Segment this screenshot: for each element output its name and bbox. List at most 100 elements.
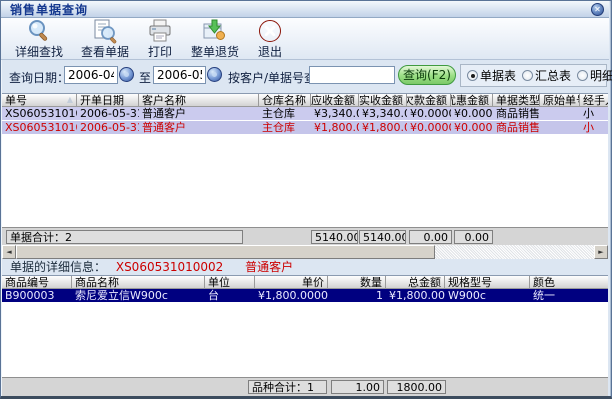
cell: XS060531010002	[2, 121, 77, 134]
toolbar-button-0[interactable]: 详细查找	[11, 17, 67, 61]
date-to-input[interactable]	[153, 66, 206, 84]
customer-query-input[interactable]	[309, 66, 395, 84]
toolbar: 详细查找 查看单据 打印 整单退货 退出	[1, 18, 609, 60]
scroll-right-icon[interactable]: ►	[594, 245, 608, 259]
cell: 2006-05-31	[77, 121, 139, 134]
toolbar-button-label: 整单退货	[191, 43, 239, 60]
cell: ¥1,800.0000	[386, 289, 445, 302]
cell: 普通客户	[139, 121, 259, 134]
sort-ascending-icon: ▲	[67, 96, 73, 104]
cell: 商品销售	[493, 107, 540, 120]
toolbar-button-label: 打印	[148, 43, 172, 60]
radio-label: 汇总表	[535, 67, 571, 84]
return-document-icon	[202, 18, 228, 44]
column-header[interactable]: 总金额	[386, 276, 445, 289]
cell: 普通客户	[139, 107, 259, 120]
cell: 小	[580, 107, 608, 120]
orders-total-owed: 0.00	[409, 230, 452, 244]
table-row[interactable]: XS0605310100022006-05-31普通客户主仓库¥1,800.00…	[2, 121, 608, 135]
date-from-picker-icon[interactable]	[119, 67, 134, 82]
view-mode-radio-group: 单据表汇总表明细表	[460, 64, 607, 87]
radio-label: 单据表	[480, 67, 516, 84]
toolbar-button-2[interactable]: 打印	[143, 17, 177, 61]
items-table: 商品编号商品名称单位单价数量总金额规格型号颜色B900003索尼爱立信W900c…	[2, 275, 608, 377]
cell: ¥0.0000	[407, 121, 451, 134]
view-mode-radio-1[interactable]: 汇总表	[522, 67, 571, 84]
cell: W900c	[445, 289, 530, 302]
view-mode-radio-2[interactable]: 明细表	[577, 67, 612, 84]
cell	[540, 107, 580, 120]
query-date-label: 查询日期：	[9, 69, 69, 86]
column-header[interactable]: 商品名称	[72, 276, 205, 289]
cell: 主仓库	[259, 107, 311, 120]
cell	[540, 121, 580, 134]
view-mode-radio-0[interactable]: 单据表	[467, 67, 516, 84]
orders-total-received: 5140.00	[359, 230, 406, 244]
cell: 主仓库	[259, 121, 311, 134]
detail-order-number: XS060531010002	[116, 260, 223, 274]
detail-customer-name: 普通客户	[245, 260, 293, 274]
column-header[interactable]: 优惠金额	[451, 94, 493, 107]
radio-unselected-icon[interactable]	[577, 70, 588, 81]
radio-unselected-icon[interactable]	[522, 70, 533, 81]
orders-table: 单号▲开单日期客户名称仓库名称应收金额实收金额欠款金额优惠金额单据类型原始单号经…	[2, 93, 608, 227]
toolbar-button-label: 退出	[258, 43, 282, 60]
column-header[interactable]: 单价	[255, 276, 328, 289]
items-total-count: 品种合计：1	[248, 380, 327, 394]
column-header[interactable]: 经手人	[580, 94, 608, 107]
toolbar-button-1[interactable]: 查看单据	[77, 17, 133, 61]
column-header[interactable]: 实收金额	[359, 94, 407, 107]
column-header[interactable]: 规格型号	[445, 276, 530, 289]
cell: 索尼爱立信W900c	[72, 289, 205, 302]
cell: B900003	[2, 289, 72, 302]
date-to-picker-icon[interactable]	[207, 67, 222, 82]
table-row[interactable]: XS0605310100012006-05-31普通客户主仓库¥3,340.00…	[2, 107, 608, 121]
cell: ¥1,800.00	[311, 121, 359, 134]
magnifier-icon	[26, 18, 52, 44]
cell: ¥1,800.0000	[255, 289, 328, 302]
sales-order-query-window: 销售单据查询 ✕ 详细查找查看单据打印整单退货退出 查询日期： 至 按客户/单据…	[0, 0, 612, 399]
items-total-quantity: 1.00	[331, 380, 384, 394]
column-header[interactable]: 仓库名称	[259, 94, 311, 107]
printer-icon	[147, 18, 173, 44]
cell: XS060531010001	[2, 107, 77, 120]
radio-selected-icon[interactable]	[467, 70, 478, 81]
scrollbar-thumb[interactable]	[16, 245, 435, 259]
search-button[interactable]: 查询(F2)	[398, 65, 456, 85]
to-label: 至	[139, 69, 151, 86]
toolbar-button-label: 详细查找	[15, 43, 63, 60]
table-row[interactable]: B900003索尼爱立信W900c台¥1,800.00001¥1,800.000…	[2, 289, 608, 302]
column-header[interactable]: 商品编号	[2, 276, 72, 289]
items-total-amount: 1800.00	[387, 380, 446, 394]
toolbar-button-label: 查看单据	[81, 43, 129, 60]
titlebar: 销售单据查询 ✕	[1, 1, 609, 18]
cell: ¥1,800.00	[359, 121, 407, 134]
close-icon[interactable]: ✕	[591, 3, 604, 16]
cell: ¥0.0000	[451, 121, 493, 134]
date-from-input[interactable]	[64, 66, 118, 84]
orders-total-discount: 0.00	[454, 230, 493, 244]
toolbar-button-4[interactable]: 退出	[253, 17, 287, 61]
cell: ¥0.0000	[407, 107, 451, 120]
toolbar-button-3[interactable]: 整单退货	[187, 17, 243, 61]
cell: 小	[580, 121, 608, 134]
orders-total-count: 单据合计：2	[6, 230, 243, 244]
column-header[interactable]: 单据类型	[493, 94, 540, 107]
scroll-left-icon[interactable]: ◄	[2, 245, 16, 259]
column-header[interactable]: 单号▲	[2, 94, 77, 107]
column-header[interactable]: 单位	[205, 276, 255, 289]
column-header[interactable]: 原始单号	[540, 94, 580, 107]
column-header[interactable]: 应收金额	[311, 94, 359, 107]
radio-label: 明细表	[590, 67, 612, 84]
column-header[interactable]: 客户名称	[139, 94, 259, 107]
horizontal-scrollbar[interactable]: ◄ ►	[2, 245, 608, 259]
column-header[interactable]: 开单日期	[77, 94, 139, 107]
column-header[interactable]: 数量	[328, 276, 386, 289]
column-header[interactable]: 颜色	[530, 276, 608, 289]
detail-info-line: 单据的详细信息： XS060531010002 普通客户	[2, 259, 608, 275]
query-bar: 查询日期： 至 按客户/单据号查询： 查询(F2) 单据表汇总表明细表	[1, 60, 609, 92]
cell: ¥0.0000	[451, 107, 493, 120]
column-header[interactable]: 欠款金额	[407, 94, 451, 107]
document-magnifier-icon	[92, 18, 118, 44]
cell: 商品销售	[493, 121, 540, 134]
